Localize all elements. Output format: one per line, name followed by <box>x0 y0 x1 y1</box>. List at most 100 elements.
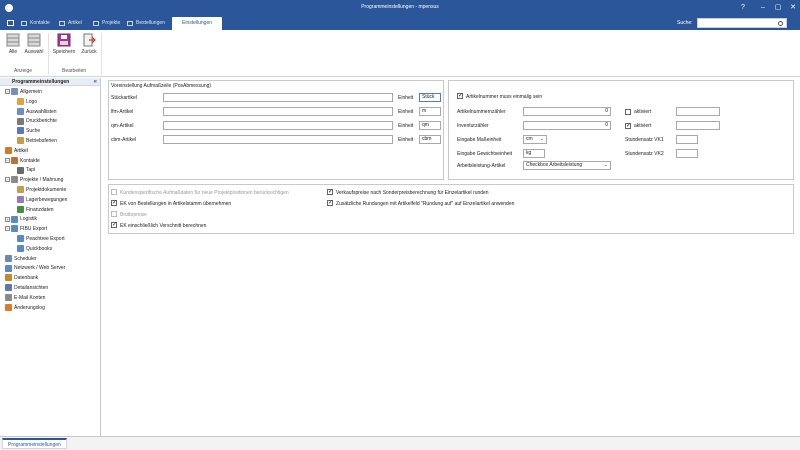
settings-content: Voreinstellung Aufmaßzeile (PosAbmessung… <box>102 78 800 436</box>
unit-input[interactable]: m <box>419 107 441 116</box>
sidebar-item-label: Quickbooks <box>26 245 53 252</box>
sidebar-item-änderungslog[interactable]: Änderungslog <box>5 303 45 313</box>
sidebar-item-finanzdaten[interactable]: Finanzdaten <box>17 205 54 215</box>
unit-input[interactable]: qm <box>419 121 441 130</box>
collapse-sidebar-icon[interactable]: « <box>94 78 97 86</box>
option-checkbox <box>111 189 117 195</box>
settings-icon <box>11 88 18 96</box>
tab-bestellungen[interactable]: Bestellungen <box>126 17 165 30</box>
activated-checkbox-2[interactable]: ✓ <box>625 123 631 129</box>
inventory-counter-label: Inventurzähler <box>457 123 489 129</box>
sidebar-item-kontakte[interactable]: − Kontakte <box>5 156 40 166</box>
sidebar-item-druckberichte[interactable]: Druckberichte <box>17 117 57 126</box>
option-label: Verkaufspreise nach Sonderpreisberechnun… <box>336 190 489 196</box>
chevron-down-icon: ⌄ <box>603 162 608 168</box>
back-button[interactable]: Zurück <box>77 32 101 62</box>
sidebar-item-artikel[interactable]: Artikel <box>5 146 28 156</box>
sidebar-item-peachtree-export[interactable]: Peachtree Export <box>17 235 65 244</box>
unit-label: Einheit <box>398 109 414 115</box>
title-bar: Programmeinstellungen - mpensus ? – ▢ ✕ <box>0 0 800 16</box>
document-icon <box>11 176 18 184</box>
search-input[interactable] <box>697 18 787 28</box>
unique-article-number-checkbox[interactable]: ✓ <box>457 93 463 99</box>
article-counter-input[interactable]: 0 <box>523 107 611 116</box>
sidebar-item-projekte-mahnung[interactable]: − Projekte / Mahnung <box>5 176 63 185</box>
sidebar-item-projektdokumente[interactable]: Projektdokumente <box>17 186 66 195</box>
menu-grid-icon[interactable] <box>7 20 14 26</box>
sidebar-item-betriebsferien[interactable]: Betriebsferien <box>17 137 57 146</box>
sidebar-item-quickbooks[interactable]: Quickbooks <box>17 244 53 254</box>
inventory-counter-input[interactable]: 0 <box>523 121 611 130</box>
sidebar-item-e-mail-konten[interactable]: E-Mail Konten <box>5 293 46 303</box>
unit-input[interactable]: Stück <box>419 93 441 102</box>
sidebar-item-netzwerk-web-server[interactable]: Netzwerk / Web Server <box>5 264 65 273</box>
tab-programmeinstellungen[interactable]: Programmeinstellungen <box>2 438 67 449</box>
sidebar-item-tapi[interactable]: Tapi <box>17 166 35 175</box>
sidebar-item-label: Projektdokumente <box>26 187 67 193</box>
sidebar-item-scheduler[interactable]: Scheduler <box>5 254 37 264</box>
contacts-icon <box>21 21 27 26</box>
weight-unit-input[interactable]: kg <box>523 149 545 158</box>
tab-projekte[interactable]: Projekte <box>92 17 120 30</box>
unit-input[interactable]: cbm <box>419 135 441 144</box>
unit-label: Einheit <box>398 123 414 129</box>
sidebar-item-allgemein[interactable]: − Allgemein <box>5 88 42 97</box>
activated-input-2[interactable] <box>676 121 720 130</box>
article-row-label: lfm-Artikel <box>111 109 134 115</box>
mail-icon <box>5 293 12 301</box>
collapse-node-icon[interactable]: − <box>5 226 10 232</box>
option-checkbox[interactable]: ✓ <box>111 200 117 206</box>
sidebar-item-lagerbewegungen[interactable]: Lagerbewegungen <box>17 195 67 205</box>
measurement-defaults-panel: Voreinstellung Aufmaßzeile (PosAbmessung… <box>108 80 444 180</box>
activated-label-2: aktiviert <box>634 123 652 129</box>
article-row-input[interactable] <box>163 93 393 102</box>
maximize-icon[interactable]: ▢ <box>771 2 785 14</box>
article-row-label: Stückartikel <box>111 95 137 101</box>
article-row-input[interactable] <box>163 121 393 130</box>
sidebar-item-detailansichten[interactable]: Detailansichten <box>5 284 48 293</box>
sidebar-item-datenbank[interactable]: Datenbank <box>5 274 38 283</box>
save-button[interactable]: Speichern <box>52 32 76 62</box>
close-icon[interactable]: ✕ <box>786 2 800 14</box>
article-row-input[interactable] <box>163 107 393 116</box>
tab-einstellungen[interactable]: Einstellungen <box>172 17 223 30</box>
table-grid-icon <box>27 33 41 47</box>
ribbon-separator <box>101 33 102 75</box>
sidebar-item-label: Peachtree Export <box>26 236 65 242</box>
sidebar-item-auswahllisten[interactable]: Auswahllisten <box>17 107 57 117</box>
collapse-node-icon[interactable]: − <box>5 89 10 95</box>
measure-unit-dropdown[interactable]: cm ⌄ <box>523 135 547 144</box>
window-title: Programmeinstellungen - mpensus <box>361 4 439 10</box>
exit-door-icon <box>83 33 96 47</box>
sidebar-item-fibu-export[interactable]: − FIBU Export <box>5 225 47 234</box>
search-icon <box>17 127 24 135</box>
hourly-rate-2-input[interactable] <box>676 149 698 158</box>
sidebar-item-suche[interactable]: Suche <box>17 127 40 136</box>
show-selection-button[interactable]: Auswahl <box>22 32 46 62</box>
activated-input-1[interactable] <box>676 107 720 116</box>
article-row-label: qm-Artikel <box>111 123 134 129</box>
sidebar-item-logistik[interactable]: + Logistik <box>5 215 37 224</box>
sidebar-item-label: E-Mail Konten <box>14 294 46 301</box>
option-checkbox[interactable]: ✓ <box>327 189 333 195</box>
option-label: EK einschließlich Verschnitt berechnen <box>120 223 207 229</box>
hourly-rate-1-input[interactable] <box>676 135 698 144</box>
article-row-input[interactable] <box>163 135 393 144</box>
option-checkbox[interactable]: ✓ <box>111 222 117 228</box>
work-article-dropdown[interactable]: Checkbox Arbeitsleistung ⌄ <box>523 161 611 170</box>
collapse-node-icon[interactable]: − <box>5 157 10 163</box>
sidebar-item-label: Finanzdaten <box>26 206 54 213</box>
sidebar-item-label: Logistik <box>20 216 37 223</box>
tab-artikel[interactable]: Artikel <box>58 17 82 30</box>
sidebar-item-logo[interactable]: Logo <box>17 97 37 107</box>
search-icon[interactable] <box>778 21 783 26</box>
help-icon[interactable]: ? <box>736 2 750 14</box>
minimize-icon[interactable]: – <box>756 2 770 14</box>
network-icon <box>5 264 12 272</box>
expand-node-icon[interactable]: + <box>5 216 10 222</box>
option-checkbox[interactable]: ✓ <box>327 200 333 206</box>
settings-sidebar: Programmeinstellungen « − Allgemein Logo Au… <box>0 78 101 436</box>
collapse-node-icon[interactable]: − <box>5 177 10 183</box>
activated-checkbox-1[interactable] <box>625 109 631 115</box>
tab-kontakte[interactable]: Kontakte <box>20 17 50 30</box>
